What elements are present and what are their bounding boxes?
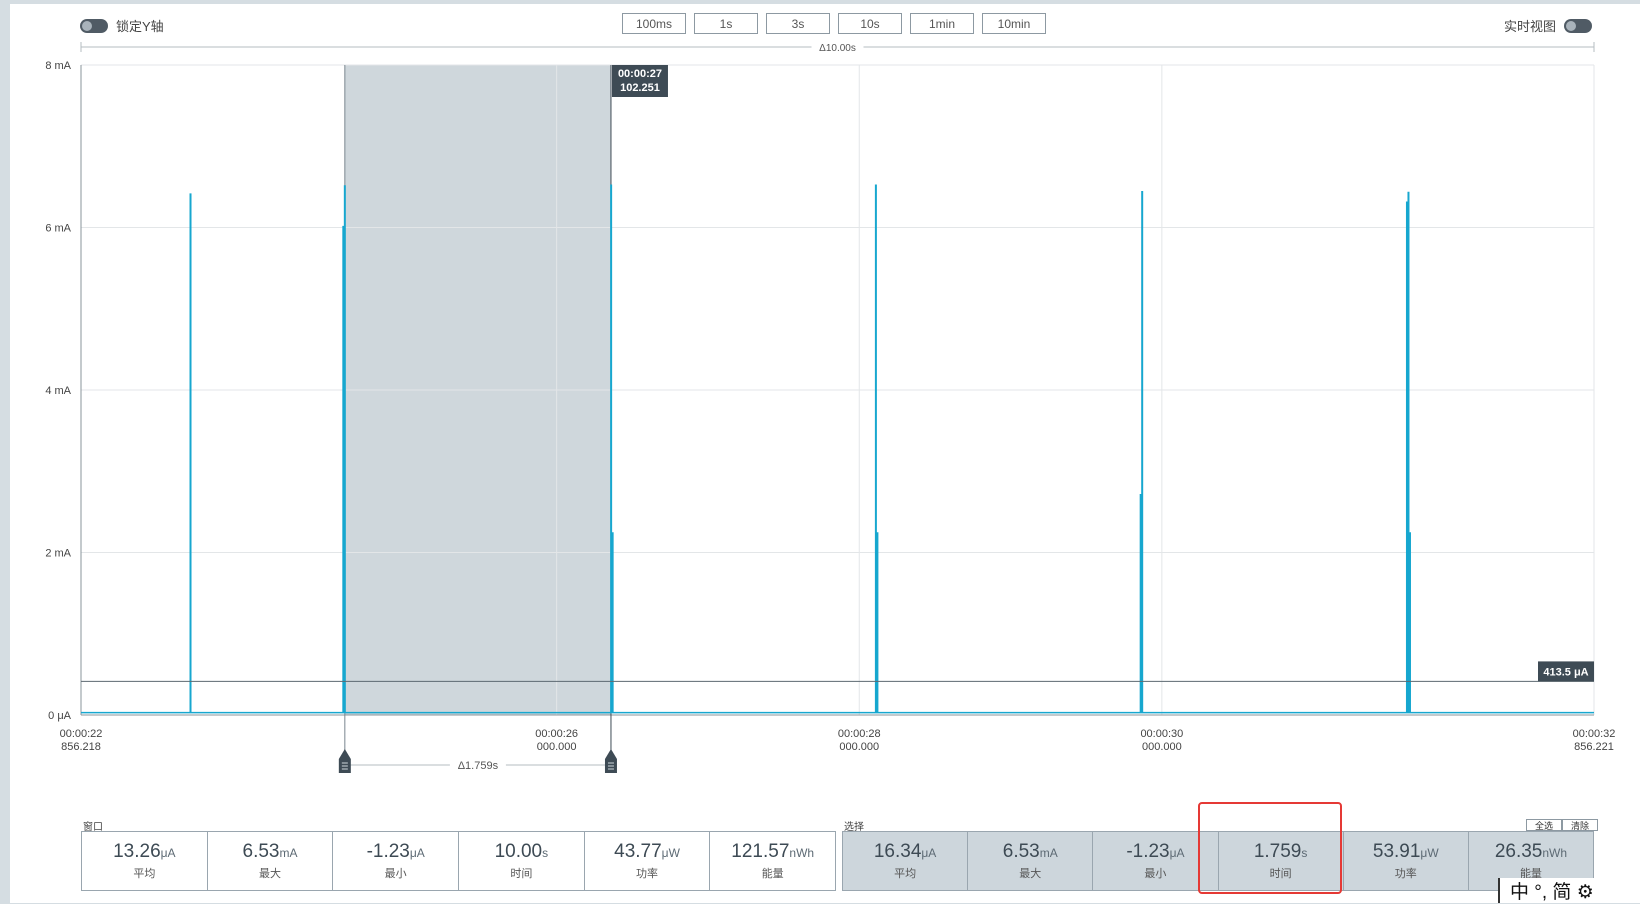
y-tick-label: 6 mA xyxy=(45,223,71,235)
stat-unit: nWh xyxy=(789,846,815,860)
stat-value: 121.57 xyxy=(731,841,790,862)
x-tick-time: 00:00:28 xyxy=(838,728,881,740)
cursor-tooltip-value: 102.251 xyxy=(620,82,660,94)
stat-value: 26.35 xyxy=(1494,841,1543,862)
stat-label: 能量 xyxy=(761,868,784,880)
x-tick-time: 00:00:22 xyxy=(60,728,103,740)
clear-selection-button[interactable]: 清除 xyxy=(1562,819,1598,831)
stat-label: 功率 xyxy=(1394,868,1417,880)
annotation-highlight-box xyxy=(1198,802,1342,894)
window-stat-time: 10.00s 时间 xyxy=(459,832,585,890)
stat-label: 最小 xyxy=(1144,868,1167,880)
stat-value: 6.53 xyxy=(242,841,280,862)
window-stat-min: -1.23μA 最小 xyxy=(333,832,460,890)
x-tick-sub: 856.218 xyxy=(61,741,101,753)
stat-label: 平均 xyxy=(894,868,917,880)
y-tick-label: 0 μA xyxy=(48,710,72,722)
x-tick-sub: 000.000 xyxy=(537,741,577,753)
y-tick-label: 8 mA xyxy=(45,60,71,72)
current-chart[interactable]: Δ10.00s0 μA2 mA4 mA6 mA8 mA00:00:22856.2… xyxy=(10,4,1640,804)
stat-unit: μW xyxy=(1420,846,1439,860)
stat-unit: mA xyxy=(279,846,298,860)
x-tick-time: 00:00:26 xyxy=(535,728,578,740)
window-stat-average: 13.26μA 平均 xyxy=(82,832,208,890)
stat-label: 最大 xyxy=(1019,868,1042,880)
window-stat-power: 43.77μW 功率 xyxy=(585,832,711,890)
cursor-tooltip-time: 00:00:27 xyxy=(618,68,662,80)
stat-label: 最小 xyxy=(384,868,407,880)
selection-delta-label: Δ1.759s xyxy=(458,760,499,772)
stat-label: 时间 xyxy=(510,868,533,880)
stat-unit: s xyxy=(542,846,549,860)
x-tick-sub: 000.000 xyxy=(839,741,879,753)
stat-value: 6.53 xyxy=(1002,841,1040,862)
stat-value: 43.77 xyxy=(614,841,662,862)
window-delta-label: Δ10.00s xyxy=(819,43,856,54)
stat-unit: μA xyxy=(921,846,937,860)
stat-value: 10.00 xyxy=(494,841,543,862)
stat-unit: mA xyxy=(1039,846,1058,860)
stat-value: 53.91 xyxy=(1372,841,1421,862)
selection-stat-average: 16.34μA 平均 xyxy=(843,832,969,890)
stat-value: 13.26 xyxy=(113,841,161,862)
level-label: 413.5 μA xyxy=(1543,666,1588,678)
stat-label: 功率 xyxy=(636,868,659,880)
stat-value: -1.23 xyxy=(1126,841,1170,862)
x-tick-sub: 000.000 xyxy=(1142,741,1182,753)
y-tick-label: 4 mA xyxy=(45,385,71,397)
stat-unit: nWh xyxy=(1542,846,1568,860)
selection-stat-max: 6.53mA 最大 xyxy=(968,832,1094,890)
window-stats-panel: 13.26μA 平均 6.53mA 最大 -1.23μA 最小 10.00s 时… xyxy=(81,831,836,891)
x-tick-sub: 856.221 xyxy=(1574,741,1614,753)
stat-label: 平均 xyxy=(133,868,156,880)
x-tick-time: 00:00:32 xyxy=(1573,728,1616,740)
x-tick-time: 00:00:30 xyxy=(1140,728,1183,740)
stat-value: -1.23 xyxy=(366,841,410,862)
stat-label: 最大 xyxy=(259,868,281,880)
selection-action-buttons: 全选 清除 xyxy=(1526,819,1598,831)
window-stat-max: 6.53mA 最大 xyxy=(208,832,334,890)
select-all-button[interactable]: 全选 xyxy=(1526,819,1562,831)
stat-unit: μA xyxy=(1169,846,1185,860)
window-stat-energy: 121.57nWh 能量 xyxy=(710,832,835,890)
stat-unit: μA xyxy=(409,846,425,860)
stat-unit: μW xyxy=(661,846,680,860)
selection-stat-power: 53.91μW 功率 xyxy=(1344,832,1469,890)
stat-unit: μA xyxy=(160,846,176,860)
y-tick-label: 2 mA xyxy=(45,548,71,560)
power-profiler-app: 锁定Y轴 100ms 1s 3s 10s 1min 10min 实时视图 Δ10… xyxy=(10,4,1640,903)
stat-value: 16.34 xyxy=(873,841,922,862)
ime-status-bar[interactable]: 中 °, 简 ⚙ xyxy=(1498,878,1640,903)
